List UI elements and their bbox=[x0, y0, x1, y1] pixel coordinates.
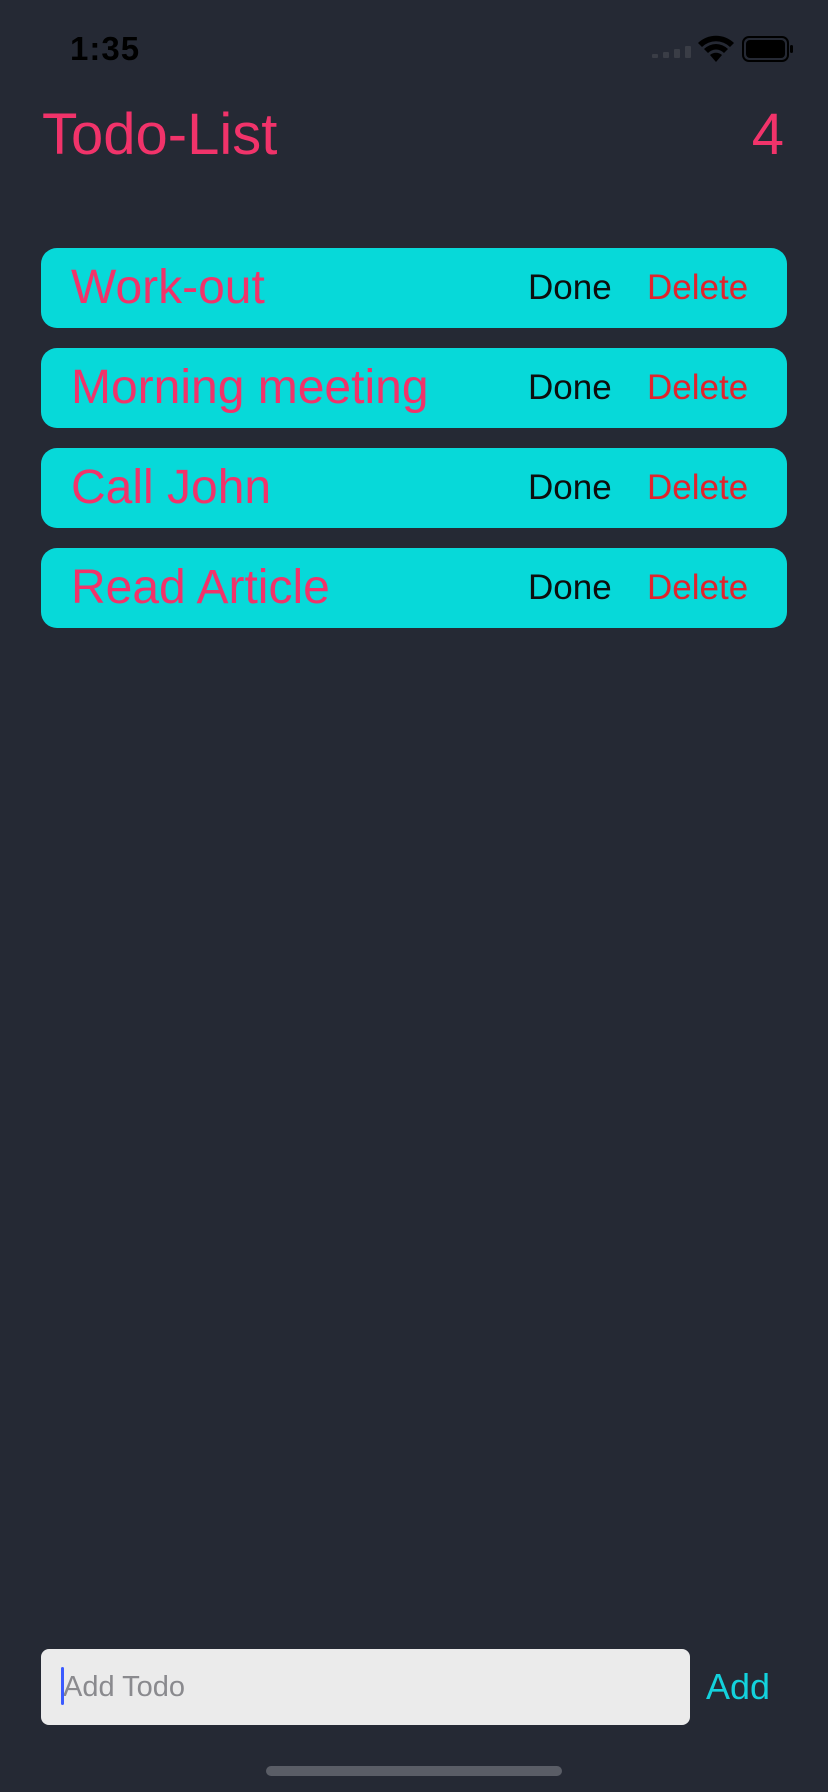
todo-text: Call John bbox=[71, 461, 272, 514]
delete-button[interactable]: Delete bbox=[647, 548, 748, 628]
done-button[interactable]: Done bbox=[528, 448, 612, 528]
todo-list: Work-out Done Delete Morning meeting Don… bbox=[41, 248, 787, 648]
todo-text: Work-out bbox=[71, 261, 265, 314]
add-button[interactable]: Add bbox=[706, 1649, 770, 1725]
todo-text: Read Article bbox=[71, 561, 330, 614]
delete-button[interactable]: Delete bbox=[647, 348, 748, 428]
list-item: Call John Done Delete bbox=[41, 448, 787, 528]
home-indicator[interactable] bbox=[266, 1766, 562, 1776]
delete-button[interactable]: Delete bbox=[647, 248, 748, 328]
page-title: Todo-List bbox=[42, 102, 278, 167]
list-item: Read Article Done Delete bbox=[41, 548, 787, 628]
list-item: Work-out Done Delete bbox=[41, 248, 787, 328]
wifi-icon bbox=[698, 35, 734, 62]
status-bar: 1:35 bbox=[0, 0, 828, 100]
add-todo-bar: Add bbox=[41, 1649, 791, 1725]
cellular-signal-icon bbox=[652, 46, 691, 58]
list-item: Morning meeting Done Delete bbox=[41, 348, 787, 428]
todo-text: Morning meeting bbox=[71, 361, 429, 414]
todo-count: 4 bbox=[751, 102, 784, 167]
add-todo-input[interactable] bbox=[41, 1649, 690, 1725]
status-time: 1:35 bbox=[70, 30, 141, 67]
delete-button[interactable]: Delete bbox=[647, 448, 748, 528]
done-button[interactable]: Done bbox=[528, 548, 612, 628]
done-button[interactable]: Done bbox=[528, 248, 612, 328]
app-header: Todo-List 4 bbox=[0, 100, 828, 180]
text-caret bbox=[61, 1667, 64, 1705]
battery-icon bbox=[742, 36, 793, 62]
done-button[interactable]: Done bbox=[528, 348, 612, 428]
